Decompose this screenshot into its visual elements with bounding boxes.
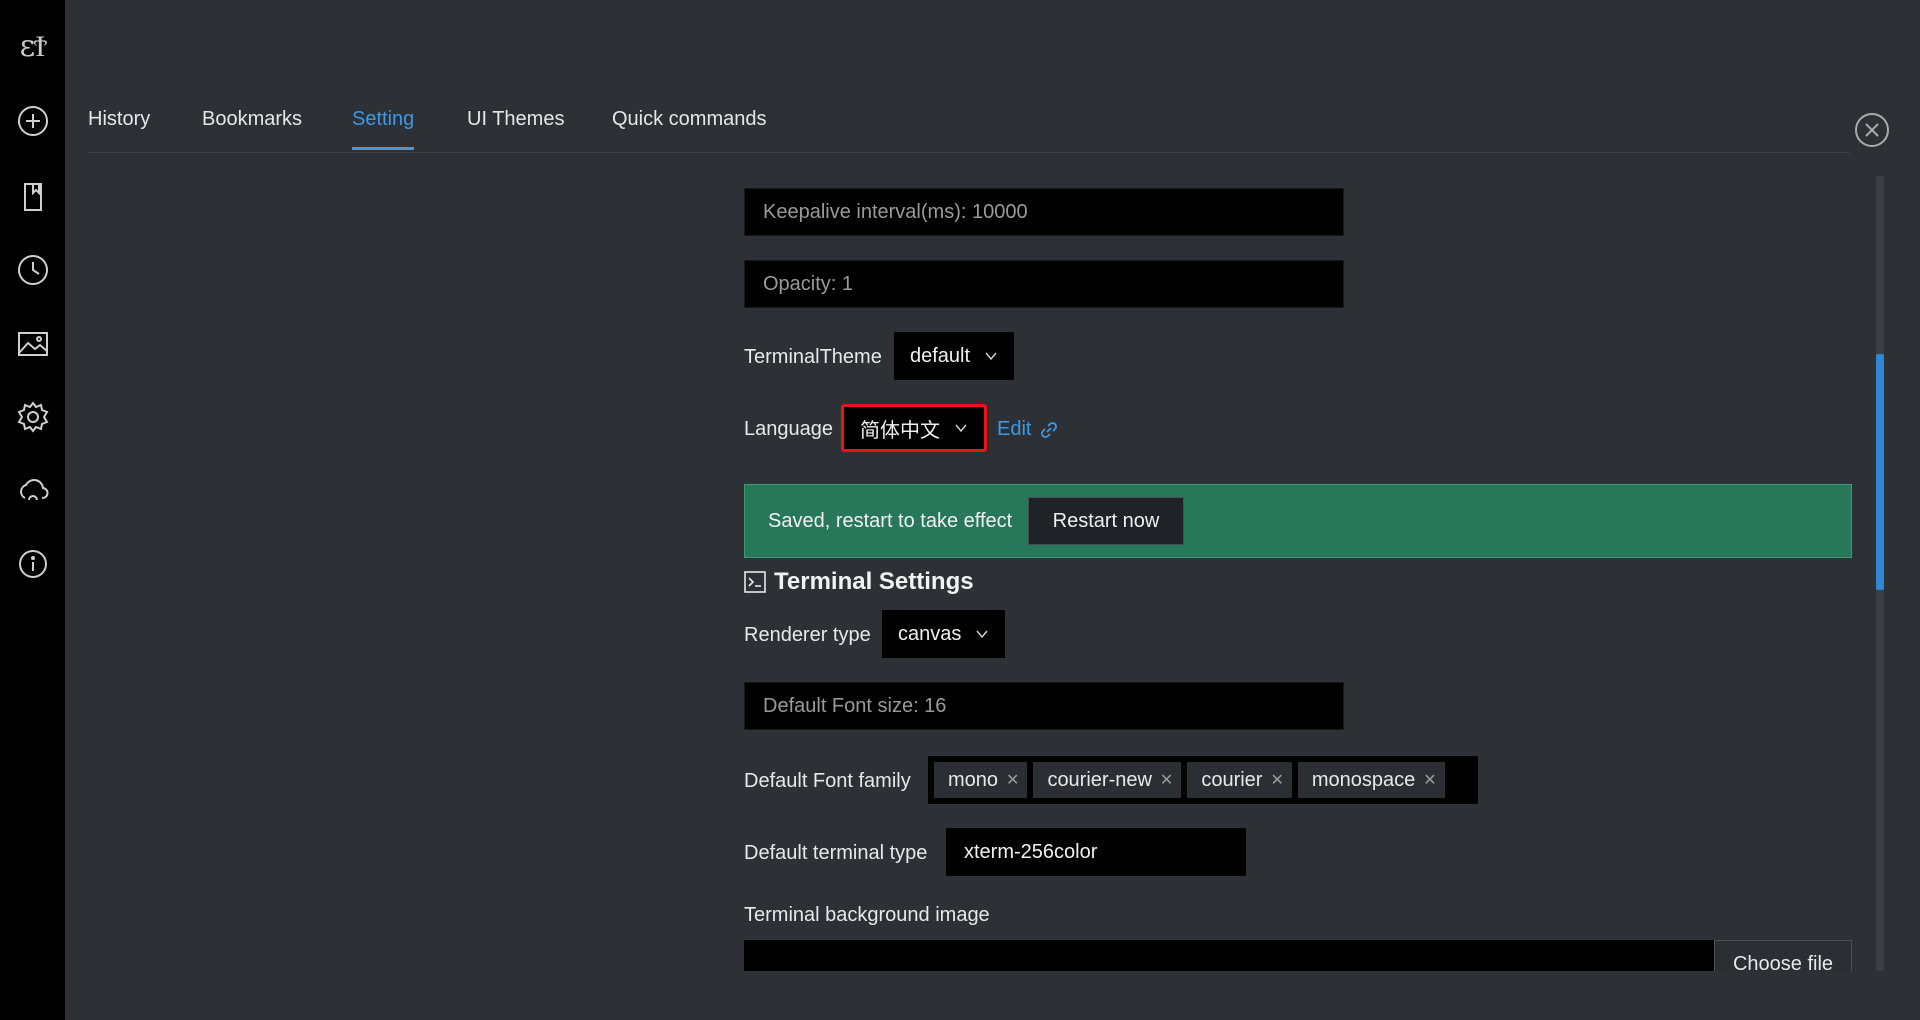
tab-quick-commands[interactable]: Quick commands (612, 108, 767, 150)
cloud-icon (19, 479, 49, 501)
app-logo[interactable]: ɛϮ (0, 24, 65, 68)
edit-language-link[interactable]: Edit (997, 418, 1059, 441)
language-select[interactable]: 简体中文 (841, 404, 987, 452)
remove-tag-icon[interactable]: ✕ (1423, 770, 1436, 790)
terminal-type-label: Default terminal type (744, 842, 928, 864)
terminal-settings-title: Terminal Settings (774, 568, 974, 595)
book-icon (23, 183, 42, 211)
font-size-input[interactable]: Default Font size: 16 (744, 682, 1344, 730)
sidebar: ɛϮ (0, 0, 65, 1020)
settings-button[interactable] (0, 387, 65, 447)
remove-tag-icon[interactable]: ✕ (1160, 770, 1173, 790)
close-icon (1855, 113, 1889, 147)
image-icon (17, 332, 48, 356)
banner-message: Saved, restart to take effect (768, 510, 1013, 532)
renderer-type-select[interactable]: canvas (882, 610, 1006, 658)
tab-ui-themes[interactable]: UI Themes (467, 108, 564, 150)
language-value: 简体中文 (860, 419, 940, 442)
remove-tag-icon[interactable]: ✕ (1006, 770, 1019, 790)
font-family-select[interactable]: mono ✕ courier-new ✕ courier ✕ monospace ✕ (928, 756, 1478, 804)
close-button[interactable] (1854, 112, 1890, 148)
language-label: Language (744, 418, 833, 440)
opacity-input[interactable]: Opacity: 1 (744, 260, 1344, 308)
font-tag: mono ✕ (934, 762, 1028, 798)
link-icon (1041, 421, 1058, 438)
settings-content: Keepalive interval(ms): 10000 Opacity: 1… (744, 176, 1854, 971)
bookmarks-button[interactable] (0, 167, 65, 227)
chevron-down-icon (976, 630, 988, 639)
font-tag: monospace ✕ (1297, 762, 1445, 798)
chevron-down-icon (955, 424, 967, 433)
gear-icon (17, 401, 48, 433)
renderer-type-value: canvas (898, 622, 962, 645)
font-tag: courier ✕ (1187, 762, 1292, 798)
terminal-type-input[interactable]: xterm-256color (946, 828, 1246, 876)
bg-image-label: Terminal background image (744, 904, 990, 926)
about-button[interactable] (0, 534, 65, 594)
clock-icon (17, 255, 48, 285)
terminal-theme-label: TerminalTheme (744, 346, 882, 368)
edit-label: Edit (997, 418, 1032, 440)
bg-image-field[interactable]: Choose file (744, 940, 1852, 971)
terminal-settings-heading: Terminal Settings (744, 568, 974, 596)
terminal-icon (744, 571, 766, 593)
themes-button[interactable] (0, 314, 65, 374)
history-button[interactable] (0, 240, 65, 300)
new-session-button[interactable] (0, 91, 65, 151)
info-icon (18, 550, 47, 578)
tab-history[interactable]: History (88, 108, 150, 150)
restart-now-button[interactable]: Restart now (1028, 497, 1184, 545)
plus-circle-icon (17, 106, 48, 136)
terminal-theme-value: default (910, 344, 971, 367)
tab-bookmarks[interactable]: Bookmarks (202, 108, 302, 150)
sync-button[interactable] (0, 461, 65, 521)
tab-setting[interactable]: Setting (352, 108, 415, 150)
choose-file-button[interactable]: Choose file (1714, 940, 1852, 971)
remove-tag-icon[interactable]: ✕ (1270, 770, 1283, 790)
font-tag: courier-new ✕ (1033, 762, 1182, 798)
chevron-down-icon (985, 352, 997, 361)
scrollbar-thumb[interactable] (1876, 354, 1884, 590)
terminal-theme-select[interactable]: default (894, 332, 1015, 380)
settings-tabs: History Bookmarks Setting UI Themes Quic… (88, 98, 1850, 153)
restart-banner: Saved, restart to take effect Restart no… (744, 484, 1852, 558)
renderer-type-label: Renderer type (744, 624, 871, 646)
font-family-label: Default Font family (744, 770, 911, 792)
keepalive-input[interactable]: Keepalive interval(ms): 10000 (744, 188, 1344, 236)
